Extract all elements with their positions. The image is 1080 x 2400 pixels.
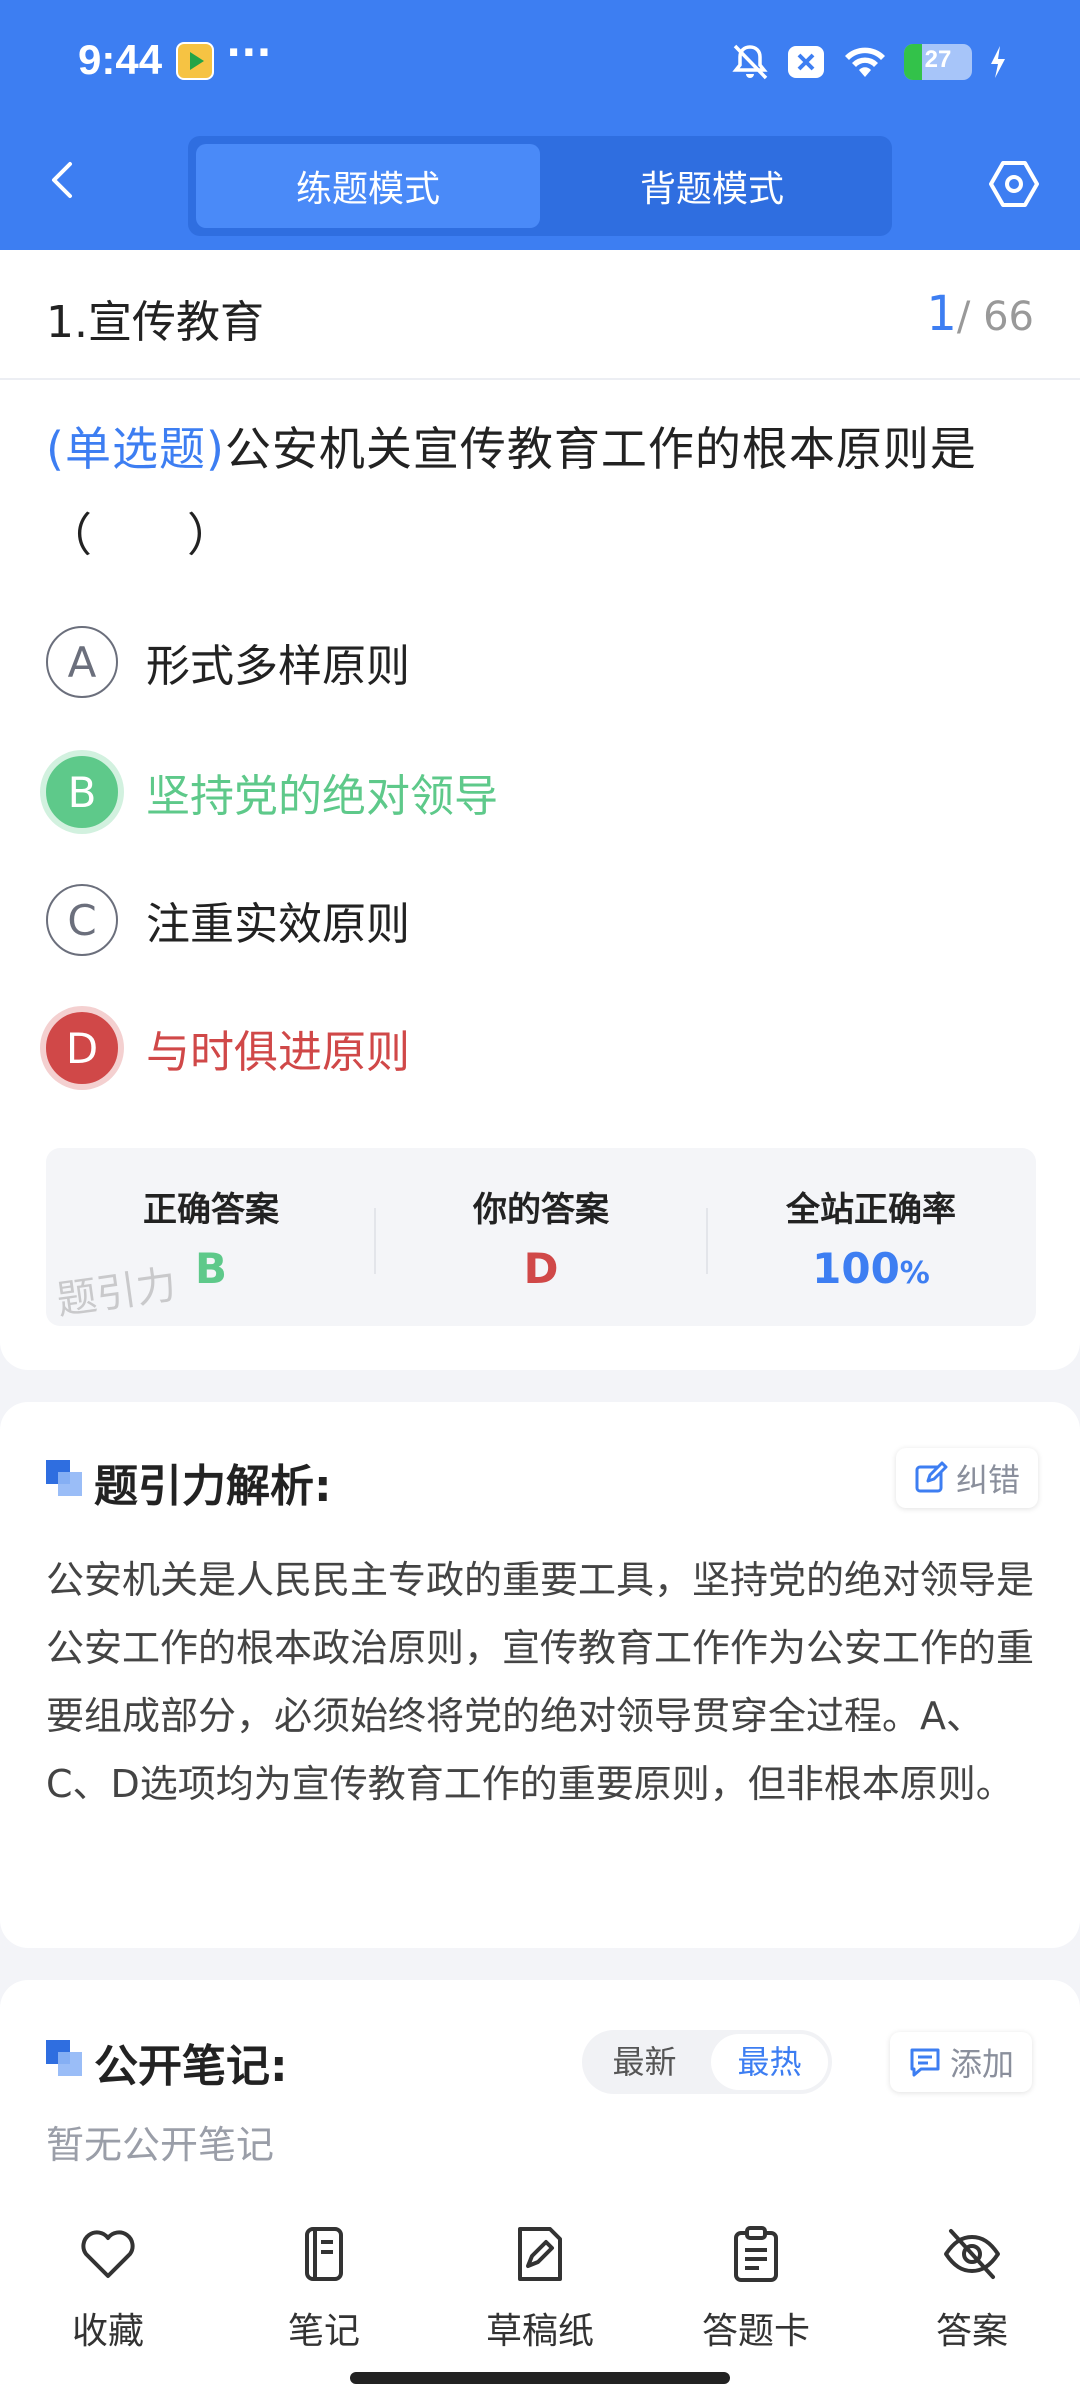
tab-practice-mode[interactable]: 练题模式 — [196, 144, 540, 228]
toolbar-label: 草稿纸 — [485, 2311, 594, 2352]
sort-hottest[interactable]: 最热 — [711, 2034, 828, 2090]
toolbar-label: 答案 — [935, 2311, 1008, 2352]
accuracy-number: 100 — [812, 1244, 900, 1293]
edit-icon — [915, 1461, 948, 1493]
back-chevron-icon[interactable] — [44, 160, 84, 200]
status-time: 9:44 — [78, 36, 163, 83]
current-question-number: 1 — [926, 286, 957, 342]
option-a[interactable]: A 形式多样原则 — [46, 624, 1036, 700]
option-letter: D — [46, 1012, 118, 1084]
more-notifications-icon: ··· — [226, 30, 272, 76]
home-indicator[interactable] — [350, 2372, 730, 2384]
settings-hexagon-icon[interactable] — [988, 158, 1040, 210]
toolbar-notes[interactable]: 笔记 — [216, 2224, 432, 2354]
question-stem: (单选题)公安机关宣传教育工作的根本原则是（ ） — [46, 406, 1036, 578]
status-bar: 9:44 ··· 27 — [0, 30, 1080, 94]
draft-icon — [518, 2227, 562, 2281]
total-question-count: / 66 — [956, 294, 1034, 340]
toolbar-favorite[interactable]: 收藏 — [0, 2224, 216, 2354]
question-type-tag: (单选题) — [46, 422, 225, 476]
question-counter: 1/ 66 — [926, 286, 1034, 342]
toolbar-show-answer[interactable]: 答案 — [864, 2224, 1080, 2354]
add-note-button[interactable]: 添加 — [890, 2032, 1033, 2092]
option-text: 坚持党的绝对领导 — [146, 771, 498, 822]
your-answer-value: D — [523, 1244, 559, 1293]
option-text: 注重实效原则 — [146, 899, 410, 950]
option-text: 形式多样原则 — [146, 641, 410, 692]
option-letter: A — [46, 626, 118, 698]
option-b[interactable]: B 坚持党的绝对领导 — [46, 754, 1036, 830]
option-letter: B — [46, 756, 118, 828]
toolbar-label: 笔记 — [287, 2311, 360, 2352]
wifi-icon — [845, 47, 885, 77]
option-letter: C — [46, 884, 118, 956]
notes-title: 公开笔记: — [94, 2041, 288, 2092]
sort-latest[interactable]: 最新 — [586, 2034, 703, 2090]
accuracy-unit: % — [899, 1256, 930, 1291]
correct-answer-label: 正确答案 — [143, 1190, 279, 1230]
mode-switch: 练题模式 背题模式 — [188, 136, 892, 236]
notebook-icon — [305, 2227, 343, 2281]
top-bar: 9:44 ··· 27 练题模式 背题模式 — [0, 0, 1080, 250]
section-title: 1.宣传教育 — [46, 297, 264, 348]
report-error-label: 纠错 — [956, 1461, 1021, 1499]
your-answer-block: 你的答案 D — [376, 1148, 706, 1326]
answer-summary: 正确答案 B 你的答案 D 全站正确率 100% 题引力 — [46, 1148, 1036, 1326]
toolbar-scratch-paper[interactable]: 草稿纸 — [432, 2224, 648, 2354]
video-app-icon — [176, 42, 214, 80]
heart-icon — [81, 2230, 135, 2278]
toolbar-label: 答题卡 — [701, 2311, 810, 2352]
accuracy-label: 全站正确率 — [786, 1190, 956, 1230]
option-d[interactable]: D 与时俱进原则 — [46, 1010, 1036, 1086]
section-square-icon — [46, 2040, 82, 2076]
your-answer-label: 你的答案 — [473, 1190, 609, 1230]
accuracy-value: 100% — [706, 1244, 1036, 1293]
analysis-text: 公安机关是人民民主专政的重要工具，坚持党的绝对领导是公安工作的根本政治原则，宣传… — [46, 1558, 1035, 1806]
option-c[interactable]: C 注重实效原则 — [46, 882, 1036, 958]
toolbar-label: 收藏 — [71, 2311, 144, 2352]
battery-indicator: 27 — [904, 44, 972, 80]
comment-icon — [910, 2048, 940, 2077]
notes-sort-switch: 最新 最热 — [582, 2030, 832, 2094]
report-error-button[interactable]: 纠错 — [896, 1448, 1039, 1508]
accuracy-block: 全站正确率 100% — [706, 1148, 1036, 1326]
tab-memorize-mode[interactable]: 背题模式 — [540, 144, 884, 228]
section-square-icon — [46, 1460, 82, 1496]
analysis-title: 题引力解析: — [94, 1461, 332, 1512]
empty-notes-text: 暂无公开笔记 — [46, 2123, 275, 2167]
add-note-label: 添加 — [950, 2045, 1015, 2083]
clipboard-icon — [734, 2226, 778, 2282]
analysis-card: 题引力解析: 纠错 公安机关是人民民主专政的重要工具，坚持党的绝对领导是公安工作… — [0, 1402, 1080, 1948]
toolbar-answer-sheet[interactable]: 答题卡 — [648, 2224, 864, 2354]
option-text: 与时俱进原则 — [146, 1027, 410, 1078]
battery-level-text: 27 — [924, 46, 952, 73]
question-header: 1.宣传教育 1/ 66 — [0, 250, 1080, 380]
close-badge-icon — [788, 46, 824, 78]
eye-off-icon — [944, 2229, 1000, 2279]
charging-icon — [991, 46, 1005, 78]
mute-bell-icon — [732, 44, 768, 80]
question-card: 1.宣传教育 1/ 66 (单选题)公安机关宣传教育工作的根本原则是（ ） A … — [0, 250, 1080, 1370]
